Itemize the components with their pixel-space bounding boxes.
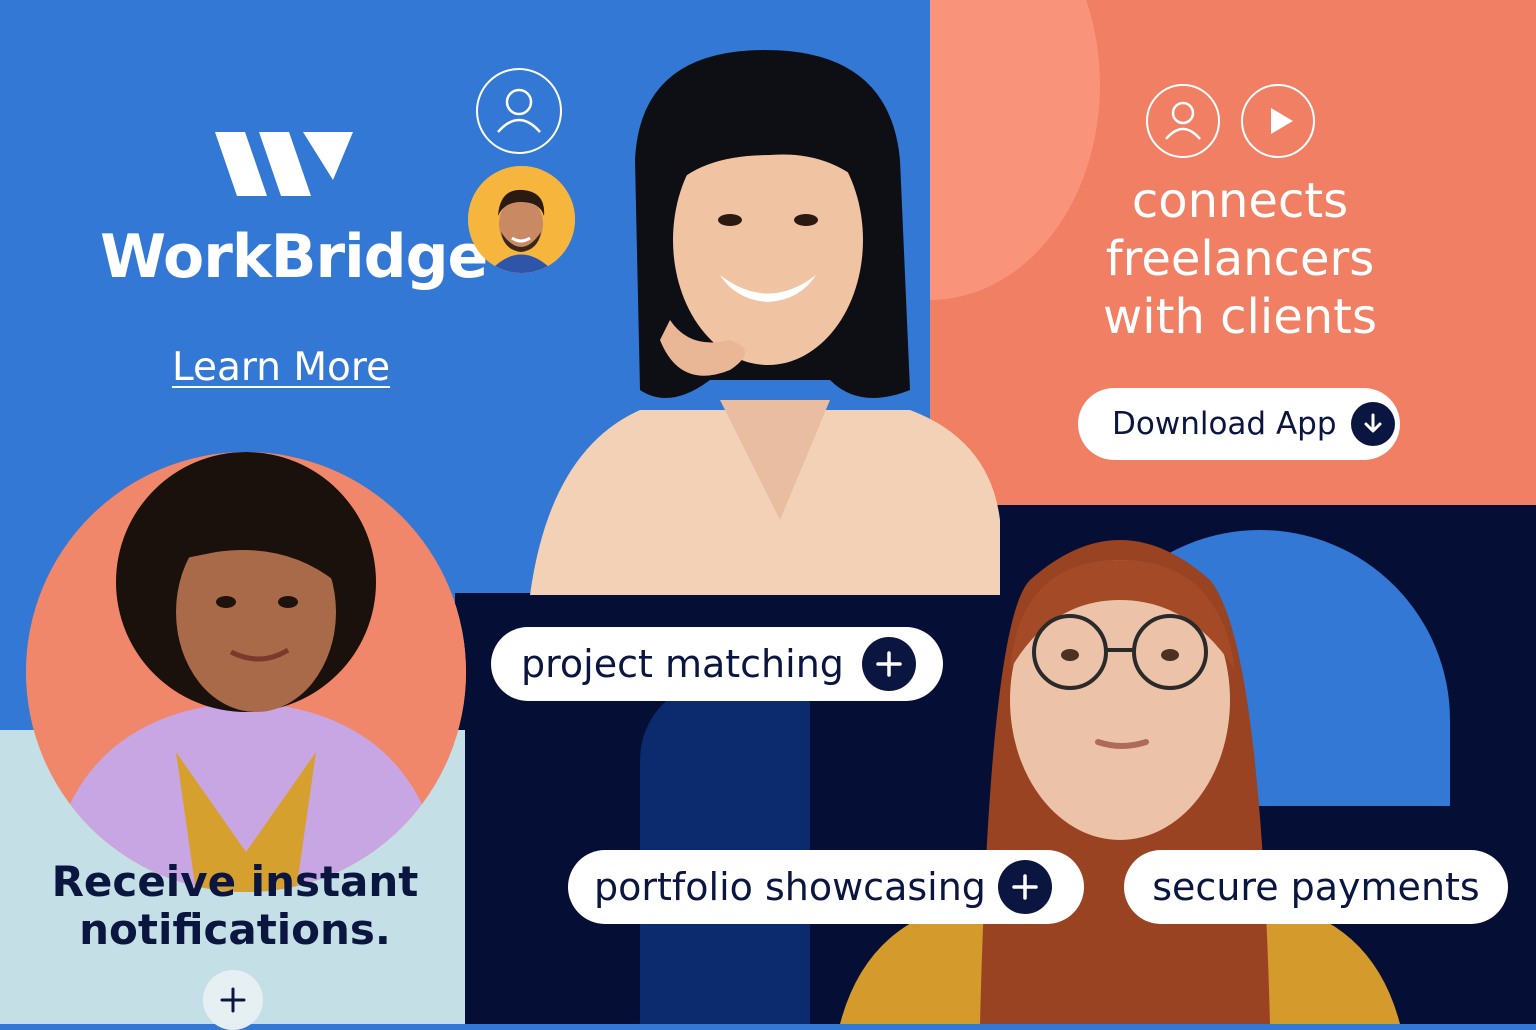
- download-app-label: Download App: [1112, 406, 1337, 442]
- user-icon[interactable]: [1146, 84, 1220, 158]
- plus-icon[interactable]: [861, 637, 916, 691]
- learn-more-link[interactable]: Learn More: [172, 345, 390, 390]
- tagline: connects freelancers with clients: [1103, 173, 1377, 345]
- project-matching-pill[interactable]: project matching: [491, 627, 943, 701]
- portfolio-showcasing-pill[interactable]: portfolio showcasing: [568, 850, 1084, 924]
- woman-portrait-left: [26, 452, 466, 892]
- portfolio-showcasing-label: portfolio showcasing: [594, 865, 986, 909]
- download-app-button[interactable]: Download App: [1078, 388, 1400, 460]
- brand-name: WorkBridge: [100, 222, 488, 292]
- plus-icon[interactable]: [203, 970, 263, 1030]
- workbridge-logo-icon: [215, 132, 353, 196]
- secure-payments-pill[interactable]: secure payments: [1124, 850, 1508, 924]
- notifications-text: Receive instant notifications.: [51, 857, 419, 954]
- secure-payments-label: secure payments: [1152, 865, 1480, 909]
- download-arrow-icon: [1350, 402, 1395, 446]
- woman-portrait-center: [530, 50, 1000, 595]
- play-icon[interactable]: [1241, 84, 1315, 158]
- woman-portrait-right: [840, 540, 1400, 1024]
- plus-icon[interactable]: [997, 860, 1052, 914]
- project-matching-label: project matching: [521, 642, 844, 686]
